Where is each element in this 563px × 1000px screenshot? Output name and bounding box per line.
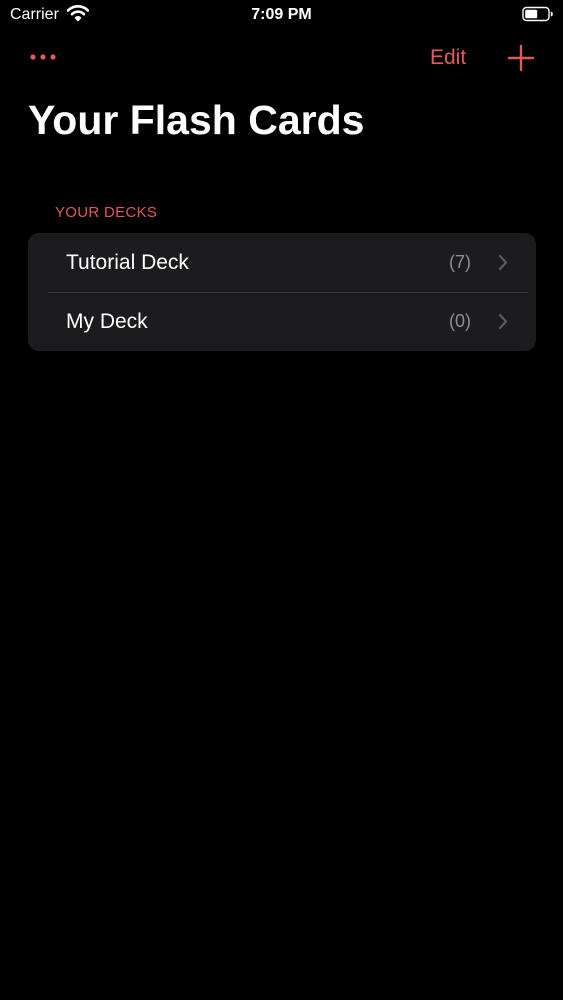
deck-row-my-deck[interactable]: My Deck (0): [28, 292, 536, 351]
deck-card-count: (0): [449, 311, 471, 331]
page-title: Your Flash Cards: [28, 97, 365, 143]
chevron-right-icon: [498, 254, 508, 271]
battery-icon: [522, 6, 553, 22]
section-header-your-decks: YOUR DECKS: [55, 204, 158, 221]
more-options-button[interactable]: [26, 44, 60, 70]
chevron-right-icon: [498, 313, 508, 330]
deck-row-tutorial-deck[interactable]: Tutorial Deck (7): [28, 233, 536, 292]
deck-card-count: (7): [449, 252, 471, 272]
status-bar: Carrier 7:09 PM: [0, 0, 563, 30]
status-time: 7:09 PM: [251, 6, 312, 23]
edit-button[interactable]: Edit: [430, 44, 466, 72]
plus-icon[interactable]: [505, 42, 537, 74]
deck-list: Tutorial Deck (7) My Deck (0): [28, 233, 536, 351]
deck-name: Tutorial Deck: [66, 251, 189, 274]
deck-name: My Deck: [66, 310, 148, 333]
ellipsis-icon: [30, 54, 56, 60]
